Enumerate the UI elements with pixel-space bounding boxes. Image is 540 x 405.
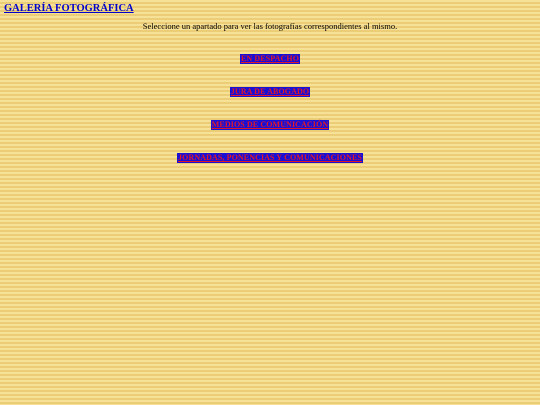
section-item-jura-de-abogado: JURA DE ABOGADO <box>0 87 540 97</box>
section-link-medios-de-comunicacion[interactable]: MEDIOS DE COMUNICACIÓN <box>210 120 330 130</box>
instructions-text: Seleccione un apartado para ver las foto… <box>142 21 398 31</box>
section-link-jura-de-abogado[interactable]: JURA DE ABOGADO <box>229 87 311 97</box>
section-item-jornadas-ponencias: JORNADAS, PONENCIAS Y COMUNICACIONES <box>0 153 540 163</box>
section-link-jornadas-ponencias[interactable]: JORNADAS, PONENCIAS Y COMUNICACIONES <box>177 153 363 163</box>
section-item-en-despacho: EN DESPACHO <box>0 54 540 64</box>
gallery-title-link[interactable]: GALERÍA FOTOGRÁFICA <box>4 3 134 14</box>
section-link-en-despacho[interactable]: EN DESPACHO <box>239 54 301 64</box>
section-item-medios-de-comunicacion: MEDIOS DE COMUNICACIÓN <box>0 120 540 130</box>
